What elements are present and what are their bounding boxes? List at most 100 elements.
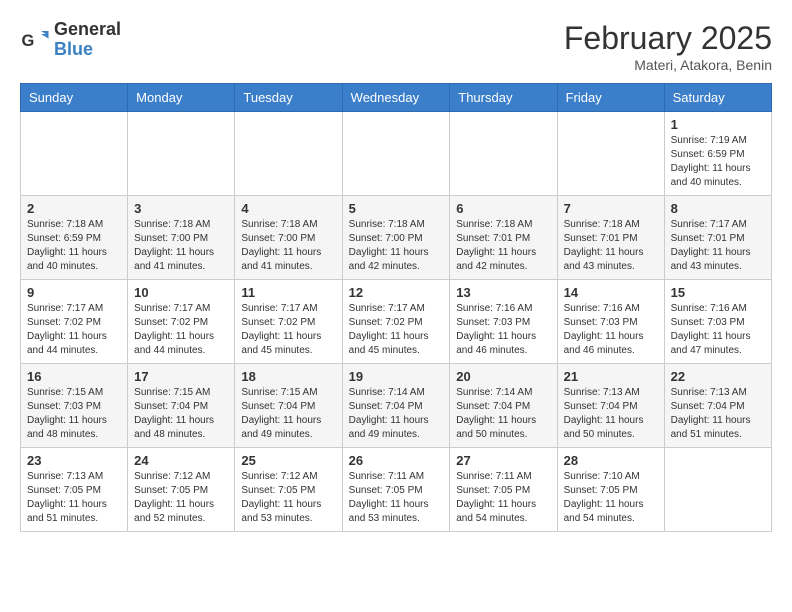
day-info: Sunrise: 7:13 AM Sunset: 7:04 PM Dayligh… <box>671 386 765 442</box>
day-number: 18 <box>241 369 335 384</box>
weekday-header: Wednesday <box>342 84 450 112</box>
calendar-week-row: 1 Sunrise: 7:19 AM Sunset: 6:59 PM Daylig… <box>21 112 772 196</box>
day-info: Sunrise: 7:18 AM Sunset: 7:00 PM Dayligh… <box>241 218 335 274</box>
calendar-cell: 11 Sunrise: 7:17 AM Sunset: 7:02 PM Dayli… <box>235 280 342 364</box>
day-info: Sunrise: 7:14 AM Sunset: 7:04 PM Dayligh… <box>349 386 444 442</box>
calendar-cell: 24Sunrise: 7:12 AM Sunset: 7:05 PM Dayli… <box>128 448 235 532</box>
day-info: Sunrise: 7:18 AM Sunset: 7:00 PM Dayligh… <box>134 218 228 274</box>
day-number: 1 <box>671 117 765 132</box>
day-number: 9 <box>27 285 121 300</box>
calendar-cell: 27 Sunrise: 7:11 AM Sunset: 7:05 PM Dayli… <box>450 448 557 532</box>
calendar-cell: 12Sunrise: 7:17 AM Sunset: 7:02 PM Dayli… <box>342 280 450 364</box>
calendar-header-row: SundayMondayTuesdayWednesdayThursdayFrid… <box>21 84 772 112</box>
calendar-cell: 16 Sunrise: 7:15 AM Sunset: 7:03 PM Dayli… <box>21 364 128 448</box>
calendar-week-row: 16 Sunrise: 7:15 AM Sunset: 7:03 PM Dayli… <box>21 364 772 448</box>
day-info: Sunrise: 7:18 AM Sunset: 7:00 PM Dayligh… <box>349 218 444 274</box>
day-info: Sunrise: 7:10 AM Sunset: 7:05 PM Dayligh… <box>564 470 658 526</box>
day-info: Sunrise: 7:15 AM Sunset: 7:03 PM Dayligh… <box>27 386 121 442</box>
weekday-header: Saturday <box>664 84 771 112</box>
weekday-header: Monday <box>128 84 235 112</box>
day-number: 12 <box>349 285 444 300</box>
day-number: 26 <box>349 453 444 468</box>
day-number: 24 <box>134 453 228 468</box>
calendar-cell: 23Sunrise: 7:13 AM Sunset: 7:05 PM Dayli… <box>21 448 128 532</box>
day-info: Sunrise: 7:12 AM Sunset: 7:05 PM Dayligh… <box>241 470 335 526</box>
day-number: 25 <box>241 453 335 468</box>
day-info: Sunrise: 7:17 AM Sunset: 7:02 PM Dayligh… <box>241 302 335 358</box>
calendar-body: 1 Sunrise: 7:19 AM Sunset: 6:59 PM Daylig… <box>21 112 772 532</box>
day-number: 20 <box>456 369 550 384</box>
day-info: Sunrise: 7:17 AM Sunset: 7:01 PM Dayligh… <box>671 218 765 274</box>
day-number: 8 <box>671 201 765 216</box>
calendar-cell: 19 Sunrise: 7:14 AM Sunset: 7:04 PM Dayli… <box>342 364 450 448</box>
day-number: 3 <box>134 201 228 216</box>
calendar-cell: 13 Sunrise: 7:16 AM Sunset: 7:03 PM Dayli… <box>450 280 557 364</box>
day-number: 23 <box>27 453 121 468</box>
calendar-cell: 10 Sunrise: 7:17 AM Sunset: 7:02 PM Dayli… <box>128 280 235 364</box>
day-number: 10 <box>134 285 228 300</box>
logo-text: General Blue <box>54 20 121 60</box>
day-number: 4 <box>241 201 335 216</box>
day-number: 7 <box>564 201 658 216</box>
page-header: G General Blue February 2025 Materi, Ata… <box>20 20 772 73</box>
calendar-cell: 26Sunrise: 7:11 AM Sunset: 7:05 PM Dayli… <box>342 448 450 532</box>
day-number: 13 <box>456 285 550 300</box>
title-block: February 2025 Materi, Atakora, Benin <box>564 20 772 73</box>
day-number: 16 <box>27 369 121 384</box>
day-info: Sunrise: 7:16 AM Sunset: 7:03 PM Dayligh… <box>671 302 765 358</box>
calendar-cell <box>557 112 664 196</box>
calendar-cell: 21 Sunrise: 7:13 AM Sunset: 7:04 PM Dayli… <box>557 364 664 448</box>
calendar-cell: 6 Sunrise: 7:18 AM Sunset: 7:01 PM Daylig… <box>450 196 557 280</box>
day-info: Sunrise: 7:18 AM Sunset: 7:01 PM Dayligh… <box>456 218 550 274</box>
day-number: 11 <box>241 285 335 300</box>
day-info: Sunrise: 7:11 AM Sunset: 7:05 PM Dayligh… <box>456 470 550 526</box>
day-number: 5 <box>349 201 444 216</box>
calendar-cell: 3 Sunrise: 7:18 AM Sunset: 7:00 PM Daylig… <box>128 196 235 280</box>
calendar-cell: 15 Sunrise: 7:16 AM Sunset: 7:03 PM Dayli… <box>664 280 771 364</box>
logo-icon: G <box>20 25 50 55</box>
calendar-week-row: 23Sunrise: 7:13 AM Sunset: 7:05 PM Dayli… <box>21 448 772 532</box>
svg-text:G: G <box>22 32 35 50</box>
weekday-header: Sunday <box>21 84 128 112</box>
calendar-cell: 18 Sunrise: 7:15 AM Sunset: 7:04 PM Dayli… <box>235 364 342 448</box>
calendar-cell <box>342 112 450 196</box>
calendar-cell: 17 Sunrise: 7:15 AM Sunset: 7:04 PM Dayli… <box>128 364 235 448</box>
day-info: Sunrise: 7:19 AM Sunset: 6:59 PM Dayligh… <box>671 134 765 190</box>
calendar-cell: 28 Sunrise: 7:10 AM Sunset: 7:05 PM Dayli… <box>557 448 664 532</box>
calendar-cell <box>235 112 342 196</box>
day-info: Sunrise: 7:16 AM Sunset: 7:03 PM Dayligh… <box>564 302 658 358</box>
calendar-cell: 14 Sunrise: 7:16 AM Sunset: 7:03 PM Dayli… <box>557 280 664 364</box>
day-number: 21 <box>564 369 658 384</box>
day-number: 6 <box>456 201 550 216</box>
month-title: February 2025 <box>564 20 772 57</box>
day-number: 14 <box>564 285 658 300</box>
day-number: 2 <box>27 201 121 216</box>
day-info: Sunrise: 7:16 AM Sunset: 7:03 PM Dayligh… <box>456 302 550 358</box>
calendar-cell: 4 Sunrise: 7:18 AM Sunset: 7:00 PM Daylig… <box>235 196 342 280</box>
location: Materi, Atakora, Benin <box>564 57 772 73</box>
day-number: 22 <box>671 369 765 384</box>
calendar-cell: 25 Sunrise: 7:12 AM Sunset: 7:05 PM Dayli… <box>235 448 342 532</box>
day-number: 17 <box>134 369 228 384</box>
weekday-header: Friday <box>557 84 664 112</box>
day-number: 19 <box>349 369 444 384</box>
day-info: Sunrise: 7:15 AM Sunset: 7:04 PM Dayligh… <box>134 386 228 442</box>
day-info: Sunrise: 7:17 AM Sunset: 7:02 PM Dayligh… <box>134 302 228 358</box>
day-info: Sunrise: 7:18 AM Sunset: 7:01 PM Dayligh… <box>564 218 658 274</box>
calendar-cell: 8 Sunrise: 7:17 AM Sunset: 7:01 PM Daylig… <box>664 196 771 280</box>
weekday-header: Tuesday <box>235 84 342 112</box>
calendar-cell <box>664 448 771 532</box>
day-info: Sunrise: 7:13 AM Sunset: 7:04 PM Dayligh… <box>564 386 658 442</box>
calendar-cell: 22 Sunrise: 7:13 AM Sunset: 7:04 PM Dayli… <box>664 364 771 448</box>
calendar-cell <box>128 112 235 196</box>
day-number: 27 <box>456 453 550 468</box>
day-info: Sunrise: 7:15 AM Sunset: 7:04 PM Dayligh… <box>241 386 335 442</box>
day-number: 15 <box>671 285 765 300</box>
day-info: Sunrise: 7:17 AM Sunset: 7:02 PM Dayligh… <box>27 302 121 358</box>
calendar-cell: 1 Sunrise: 7:19 AM Sunset: 6:59 PM Daylig… <box>664 112 771 196</box>
calendar: SundayMondayTuesdayWednesdayThursdayFrid… <box>20 83 772 532</box>
calendar-cell <box>21 112 128 196</box>
calendar-week-row: 2Sunrise: 7:18 AM Sunset: 6:59 PM Daylig… <box>21 196 772 280</box>
day-number: 28 <box>564 453 658 468</box>
calendar-cell: 5 Sunrise: 7:18 AM Sunset: 7:00 PM Daylig… <box>342 196 450 280</box>
